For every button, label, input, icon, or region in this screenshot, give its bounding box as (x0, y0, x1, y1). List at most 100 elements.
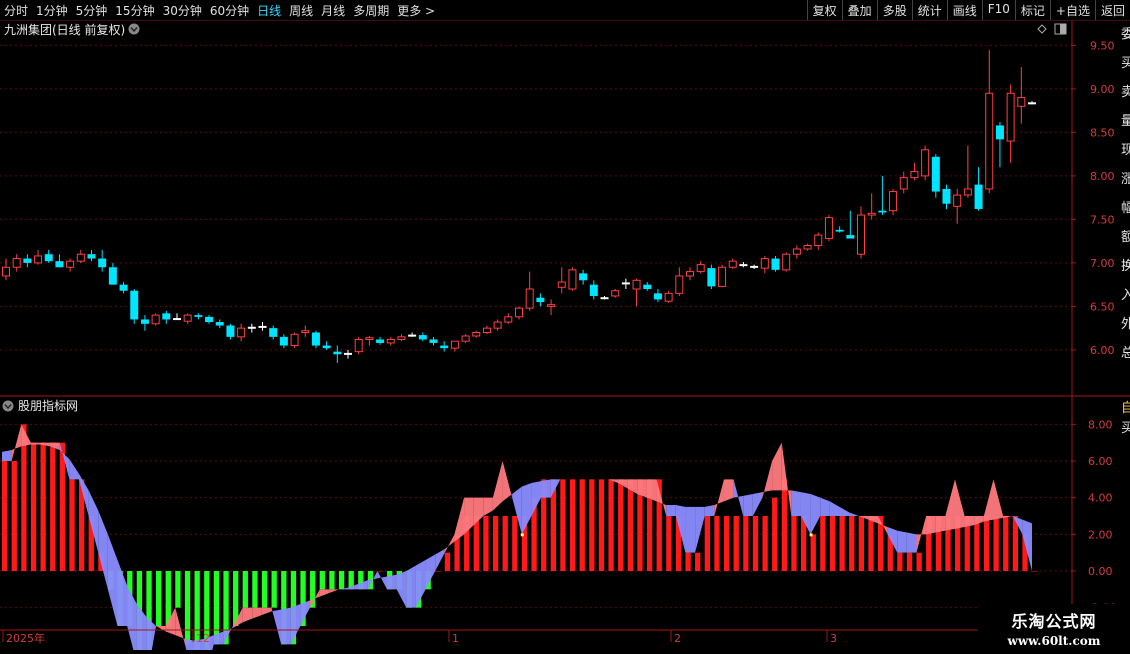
candle-body-up (611, 290, 620, 297)
period-tab-7[interactable]: 周线 (289, 4, 313, 18)
candle-body-down (536, 297, 545, 303)
indicator-bar-positive (492, 516, 499, 571)
candle-body-down (140, 319, 149, 324)
indicator-band-segment (945, 479, 955, 531)
indicator-band-segment (377, 571, 388, 590)
period-tab-1[interactable]: 1分钟 (36, 4, 68, 18)
indicator-bar-positive (598, 479, 605, 571)
indicator-bar-positive (906, 552, 913, 571)
candle-body-down (269, 328, 278, 337)
candle-body-up (247, 326, 256, 329)
indicator-band-segment (502, 461, 513, 502)
period-tab-0[interactable]: 分时 (4, 4, 28, 18)
x-axis-label: 2 (674, 632, 681, 645)
chart-area[interactable]: 九洲集团(日线 前复权) 股朋指标网 9.50 9.00 8.50 8.00 7.50 7… (0, 20, 1130, 654)
toolbar-button-1[interactable]: 叠加 (841, 0, 877, 20)
candle-body-up (867, 212, 876, 216)
period-tab-4[interactable]: 30分钟 (163, 4, 202, 18)
period-tab-2[interactable]: 5分钟 (76, 4, 108, 18)
price-tick-label: 6.00 (1090, 344, 1115, 357)
candle-body-up (963, 188, 972, 196)
candle-body-up (173, 318, 181, 321)
candle-body-up (525, 288, 534, 309)
candle-body-up (664, 292, 673, 302)
candle-body-up (290, 333, 299, 347)
indicator-band-segment (2, 450, 12, 461)
toolbar-button-8[interactable]: 返回 (1094, 0, 1130, 20)
indicator-band-segment (107, 534, 118, 626)
candle-body-up (12, 258, 21, 268)
quote-panel-glyph: 现 (1121, 143, 1130, 158)
toolbar-button-0[interactable]: 复权 (806, 0, 842, 20)
candle-body-up (803, 245, 812, 250)
candle-body-down (215, 322, 224, 326)
candle-body-up (151, 314, 160, 325)
indicator-panel-title: 股朋指标网 (18, 398, 78, 413)
indicator-band-segment (464, 497, 474, 535)
period-tab-6[interactable]: 日线 (257, 4, 281, 18)
candle-body-up (258, 325, 267, 328)
indicator-band-segment (252, 607, 262, 619)
candle-body-up (493, 321, 502, 329)
indicator-band-segment (810, 494, 821, 535)
candle-body-up (899, 177, 908, 190)
quote-panel-glyph: 幅 (1121, 201, 1130, 216)
period-tab-10[interactable]: 更多 > (397, 4, 435, 18)
candle-body-up (792, 248, 801, 255)
indicator-bar-positive (733, 516, 739, 571)
quote-panel-glyph: 自 (1121, 401, 1130, 416)
toolbar-button-3[interactable]: 统计 (911, 0, 947, 20)
indicator-bar-positive (30, 442, 37, 571)
indicator-band-segment (829, 501, 840, 516)
indicator-bar-positive (50, 442, 56, 571)
indicator-band-segment (319, 589, 330, 597)
candle-body-up (461, 335, 470, 342)
indicator-band-segment (906, 532, 917, 553)
indicator-bar-positive (1003, 516, 1009, 571)
candle-body-up (354, 338, 363, 353)
price-tick-label: 7.50 (1090, 213, 1115, 226)
period-tab-3[interactable]: 15分钟 (115, 4, 154, 18)
indicator-bar-positive (868, 516, 874, 571)
indicator-band-segment (444, 534, 455, 553)
indicator-band-segment (752, 492, 763, 516)
indicator-bar-positive (2, 461, 8, 571)
indicator-band-segment (849, 512, 859, 516)
candle-body-up (1017, 97, 1026, 107)
stock-chart-svg[interactable]: 九洲集团(日线 前复权) 股朋指标网 9.50 9.00 8.50 8.00 7.50 7… (0, 20, 1130, 654)
indicator-band-segment (69, 459, 80, 480)
indicator-band-segment (820, 497, 830, 516)
price-panel-menu-icon[interactable] (128, 23, 140, 35)
indicator-band-segment (772, 442, 782, 491)
candle-body-down (707, 268, 716, 287)
quote-panel-glyph: 涨 (1121, 172, 1130, 187)
indicator-bar-positive (858, 516, 865, 571)
indicator-bar-negative (242, 571, 248, 608)
indicator-bar-negative (329, 571, 335, 590)
candle-body-up (515, 307, 523, 318)
candle-body-down (279, 336, 288, 346)
indicator-band-segment (242, 607, 253, 623)
diamond-icon[interactable] (1037, 24, 1047, 34)
candle-body-down (643, 284, 652, 289)
indicator-band-segment (261, 607, 272, 615)
indicator-band-segment (281, 607, 291, 645)
toolbar-button-4[interactable]: 画线 (946, 0, 982, 20)
price-panel-title: 九洲集团(日线 前复权) (4, 22, 125, 37)
toolbar-button-7[interactable]: +自选 (1049, 0, 1095, 20)
indicator-band-segment (897, 530, 907, 553)
toolbar-button-5[interactable]: F10 (981, 0, 1015, 20)
period-tab-9[interactable]: 多周期 (353, 4, 389, 18)
candle-body-down (23, 258, 32, 263)
period-tab-5[interactable]: 60分钟 (210, 4, 249, 18)
candle-body-up (824, 217, 833, 240)
toolbar-button-6[interactable]: 标记 (1014, 0, 1050, 20)
indicator-bar-positive (723, 516, 730, 571)
indicator-bar-positive (714, 516, 720, 571)
indicator-menu-icon[interactable] (2, 400, 14, 412)
toolbar-button-2[interactable]: 多股 (876, 0, 912, 20)
candle-body-up (397, 336, 406, 340)
period-tab-8[interactable]: 月线 (321, 4, 345, 18)
indicator-band-segment (685, 506, 696, 553)
x-axis-label: 12 (196, 632, 210, 645)
